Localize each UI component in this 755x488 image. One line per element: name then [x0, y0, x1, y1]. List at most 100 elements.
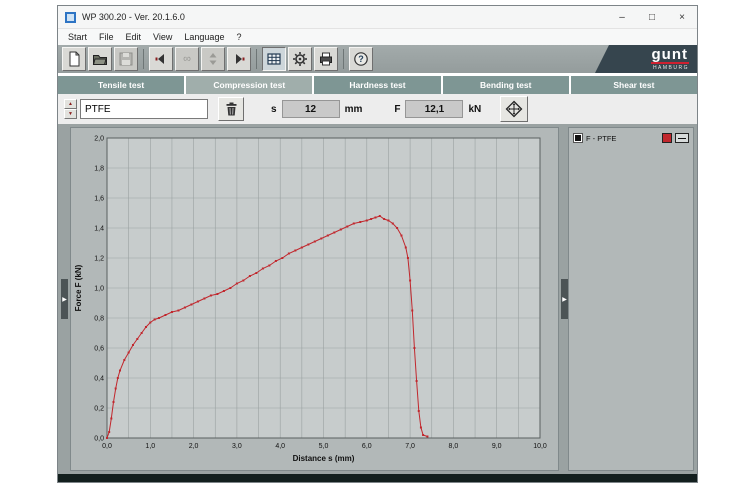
checkbox-checked-mark: [575, 135, 581, 141]
new-file-button[interactable]: [62, 47, 86, 71]
new-file-icon: [66, 51, 82, 67]
force-unit-label: kN: [468, 104, 481, 115]
chevron-right-icon: ▶: [562, 296, 567, 303]
menu-view[interactable]: View: [147, 32, 178, 42]
trash-icon: [224, 101, 239, 117]
legend-line-style-box[interactable]: [675, 133, 689, 143]
sample-spinner: ▲ ▼: [64, 99, 77, 119]
menu-bar: Start File Edit View Language ?: [58, 29, 697, 45]
toolbar-separator: [143, 49, 144, 69]
distance-value-field: 12: [282, 100, 340, 118]
svg-text:9,0: 9,0: [492, 443, 502, 450]
legend-checkbox[interactable]: [573, 133, 583, 143]
bottom-status-strip: [58, 474, 697, 482]
svg-text:0,2: 0,2: [94, 406, 104, 413]
toolbar: ∞: [58, 45, 697, 73]
tab-shear-test[interactable]: Shear test: [571, 76, 697, 94]
help-icon: ?: [353, 51, 369, 67]
gear-icon: [292, 51, 308, 67]
svg-text:3,0: 3,0: [232, 443, 242, 450]
measurement-controls: ▲ ▼ s 12 mm F 12,1 kN: [58, 94, 697, 124]
svg-text:?: ?: [358, 54, 364, 64]
svg-text:6,0: 6,0: [362, 443, 372, 450]
app-icon: [65, 12, 76, 23]
test-tab-bar: Tensile test Compression test Hardness t…: [58, 76, 697, 94]
svg-text:Force F (kN): Force F (kN): [74, 264, 83, 311]
chevron-right-icon: ▶: [62, 296, 67, 303]
up-down-arrows-icon: [205, 51, 221, 67]
legend-entry: F - PTFE: [573, 133, 689, 143]
tab-bending-test[interactable]: Bending test: [443, 76, 569, 94]
delete-sample-button[interactable]: [218, 97, 244, 121]
printer-icon: [318, 51, 334, 67]
svg-text:2,0: 2,0: [94, 136, 104, 143]
main-content: ▶ 0,01,02,03,04,05,06,07,08,09,010,00,00…: [58, 124, 697, 474]
tare-zero-button[interactable]: [500, 96, 528, 122]
menu-help[interactable]: ?: [230, 32, 247, 42]
svg-text:5,0: 5,0: [319, 443, 329, 450]
force-value-field: 12,1: [405, 100, 463, 118]
svg-text:0,0: 0,0: [94, 436, 104, 443]
open-folder-icon: [92, 51, 108, 67]
menu-language[interactable]: Language: [178, 32, 230, 42]
minimize-button[interactable]: –: [607, 6, 637, 29]
arrow-right-icon: [231, 51, 247, 67]
print-button[interactable]: [314, 47, 338, 71]
link-samples-button[interactable]: ∞: [175, 47, 199, 71]
tab-hardness-test[interactable]: Hardness test: [314, 76, 440, 94]
svg-text:1,0: 1,0: [145, 443, 155, 450]
svg-text:0,8: 0,8: [94, 316, 104, 323]
maximize-button[interactable]: □: [637, 6, 667, 29]
spinner-up-icon[interactable]: ▲: [64, 99, 77, 109]
save-button[interactable]: [114, 47, 138, 71]
svg-text:0,0: 0,0: [102, 443, 112, 450]
legend-panel: F - PTFE: [568, 127, 694, 471]
infinity-icon: ∞: [179, 51, 195, 67]
prev-sample-button[interactable]: [149, 47, 173, 71]
move-sample-button[interactable]: [201, 47, 225, 71]
svg-text:1,8: 1,8: [94, 166, 104, 173]
tab-compression-test[interactable]: Compression test: [186, 76, 312, 94]
chart-container: 0,01,02,03,04,05,06,07,08,09,010,00,00,2…: [70, 127, 559, 471]
svg-text:7,0: 7,0: [405, 443, 415, 450]
close-button[interactable]: ×: [667, 6, 697, 29]
force-label: F: [394, 104, 400, 115]
gunt-logo-subtext: HAMBURG: [653, 65, 689, 71]
settings-button[interactable]: [288, 47, 312, 71]
help-button[interactable]: ?: [349, 47, 373, 71]
svg-text:0,6: 0,6: [94, 346, 104, 353]
app-window: WP 300.20 - Ver. 20.1.6.0 – □ × Start Fi…: [57, 5, 698, 483]
svg-text:4,0: 4,0: [275, 443, 285, 450]
svg-text:Distance s (mm): Distance s (mm): [293, 454, 355, 463]
svg-text:2,0: 2,0: [189, 443, 199, 450]
toolbar-separator: [256, 49, 257, 69]
grid-view-button[interactable]: [262, 47, 286, 71]
legend-panel-collapse-handle[interactable]: ▶: [561, 279, 568, 319]
spinner-down-icon[interactable]: ▼: [64, 109, 77, 119]
distance-label: s: [271, 104, 277, 115]
desktop-background: WP 300.20 - Ver. 20.1.6.0 – □ × Start Fi…: [0, 0, 755, 488]
gunt-logo: gunt HAMBURG: [595, 45, 697, 73]
svg-text:8,0: 8,0: [449, 443, 459, 450]
gunt-logo-text: gunt: [651, 48, 689, 64]
force-distance-chart: 0,01,02,03,04,05,06,07,08,09,010,00,00,2…: [73, 130, 554, 466]
svg-text:1,2: 1,2: [94, 256, 104, 263]
svg-text:1,6: 1,6: [94, 196, 104, 203]
next-sample-button[interactable]: [227, 47, 251, 71]
crosshair-icon: [505, 100, 523, 118]
svg-text:1,4: 1,4: [94, 226, 104, 233]
menu-file[interactable]: File: [93, 32, 120, 42]
sample-name-input[interactable]: [80, 99, 208, 119]
svg-text:0,4: 0,4: [94, 376, 104, 383]
tab-tensile-test[interactable]: Tensile test: [58, 76, 184, 94]
legend-color-swatch[interactable]: [662, 133, 672, 143]
open-file-button[interactable]: [88, 47, 112, 71]
toolbar-separator: [343, 49, 344, 69]
menu-edit[interactable]: Edit: [120, 32, 148, 42]
legend-series-label: F - PTFE: [586, 134, 659, 143]
svg-text:∞: ∞: [183, 53, 191, 65]
menu-start[interactable]: Start: [62, 32, 93, 42]
svg-text:1,0: 1,0: [94, 286, 104, 293]
arrow-left-icon: [153, 51, 169, 67]
left-panel-collapse-handle[interactable]: ▶: [61, 279, 68, 319]
